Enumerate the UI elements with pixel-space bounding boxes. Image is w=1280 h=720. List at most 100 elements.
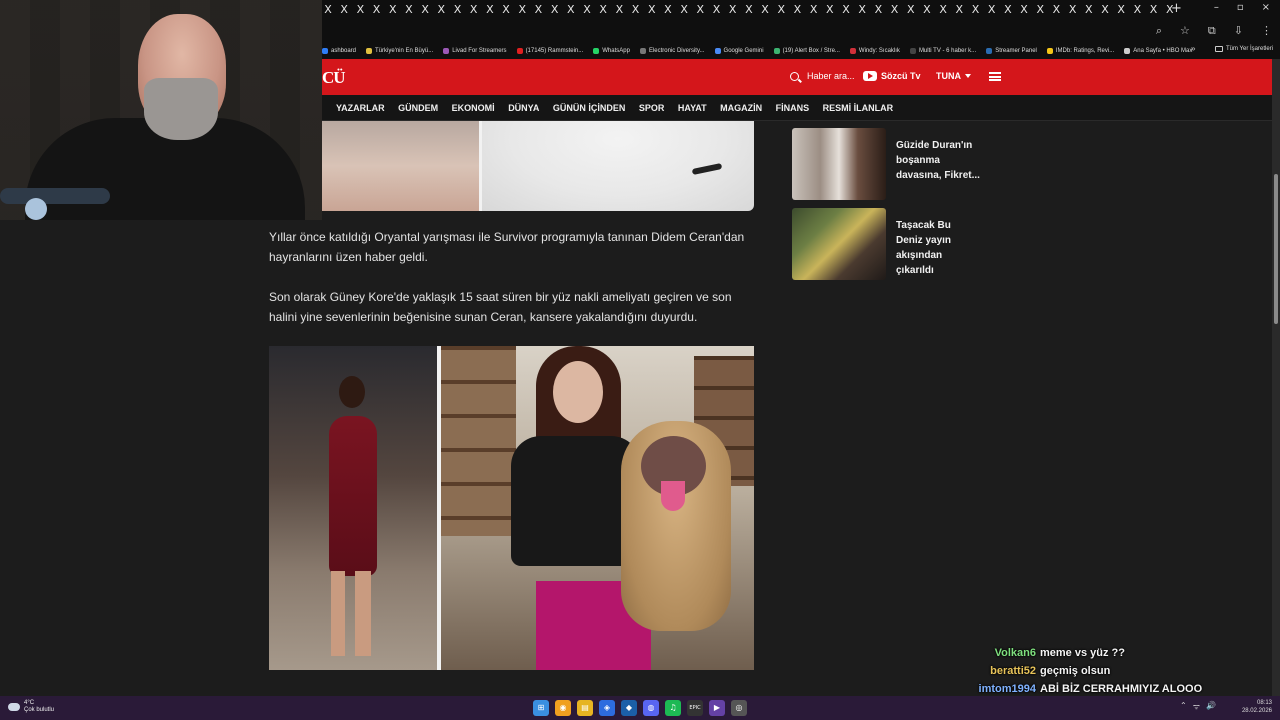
- bookmark-item[interactable]: Windy: Sıcaklık: [849, 47, 900, 54]
- browser-tab[interactable]: X: [1129, 3, 1145, 17]
- taskbar-app-icon[interactable]: ⊞: [533, 700, 549, 716]
- browser-tab[interactable]: X: [433, 3, 449, 17]
- browser-tab[interactable]: X: [968, 3, 984, 17]
- nav-item[interactable]: DÜNYA: [508, 103, 539, 113]
- site-logo[interactable]: CÜ: [322, 68, 346, 88]
- bookmarks-overflow-button[interactable]: »: [1191, 44, 1195, 53]
- browser-tab[interactable]: X: [1146, 3, 1162, 17]
- browser-tab[interactable]: X: [320, 3, 336, 17]
- taskbar-app-icon[interactable]: ◍: [643, 700, 659, 716]
- browser-tab[interactable]: X: [1032, 3, 1048, 17]
- bookmark-item[interactable]: WhatsApp: [593, 47, 630, 54]
- nav-item[interactable]: EKONOMİ: [452, 103, 495, 113]
- taskbar-app-icon[interactable]: EPIC: [687, 700, 703, 716]
- browser-tab[interactable]: X: [692, 3, 708, 17]
- browser-tab[interactable]: X: [773, 3, 789, 17]
- browser-tab[interactable]: X: [401, 3, 417, 17]
- bookmark-item[interactable]: ashboard: [322, 47, 356, 54]
- nav-item[interactable]: HAYAT: [678, 103, 707, 113]
- bookmark-item[interactable]: Ana Sayfa • HBO Max: [1124, 47, 1192, 54]
- browser-tab[interactable]: X: [369, 3, 385, 17]
- browser-tab[interactable]: X: [676, 3, 692, 17]
- bookmark-star-icon[interactable]: ☆: [1180, 24, 1190, 38]
- browser-tab[interactable]: X: [789, 3, 805, 17]
- browser-tab[interactable]: X: [1097, 3, 1113, 17]
- browser-tab[interactable]: X: [450, 3, 466, 17]
- browser-tab[interactable]: X: [352, 3, 368, 17]
- taskbar-app-icon[interactable]: ♫: [665, 700, 681, 716]
- browser-tab[interactable]: X: [1065, 3, 1081, 17]
- browser-tab[interactable]: X: [385, 3, 401, 17]
- browser-tab[interactable]: X: [611, 3, 627, 17]
- browser-tab[interactable]: X: [725, 3, 741, 17]
- browser-tab[interactable]: X: [741, 3, 757, 17]
- browser-tab[interactable]: X: [498, 3, 514, 17]
- browser-tab[interactable]: X: [709, 3, 725, 17]
- browser-tab[interactable]: X: [903, 3, 919, 17]
- bookmark-item[interactable]: Streamer Panel: [986, 47, 1037, 54]
- nav-item[interactable]: YAZARLAR: [336, 103, 385, 113]
- nav-item[interactable]: RESMİ İLANLAR: [823, 103, 894, 113]
- bookmark-item[interactable]: Türkiye'nin En Büyü...: [366, 47, 433, 54]
- browser-tab[interactable]: X: [919, 3, 935, 17]
- browser-tab[interactable]: X: [1000, 3, 1016, 17]
- browser-tab[interactable]: X: [984, 3, 1000, 17]
- hamburger-menu-icon[interactable]: [989, 72, 1001, 81]
- bookmark-item[interactable]: Livad For Streamers: [443, 47, 507, 54]
- nav-item[interactable]: GÜNDEM: [398, 103, 438, 113]
- browser-tab[interactable]: X: [628, 3, 644, 17]
- bookmark-item[interactable]: (19) Alert Box / Stre...: [773, 47, 840, 54]
- bookmark-item[interactable]: IMDb: Ratings, Revi...: [1046, 47, 1114, 54]
- sidebar-article-2[interactable]: Taşacak Bu Deniz yayın akışından çıkarıl…: [792, 208, 980, 280]
- browser-tab[interactable]: X: [757, 3, 773, 17]
- browser-tab[interactable]: X: [660, 3, 676, 17]
- browser-tab[interactable]: X: [336, 3, 352, 17]
- menu-icon[interactable]: ⋮: [1261, 24, 1272, 38]
- all-bookmarks-button[interactable]: Tüm Yer İşaretleri: [1215, 46, 1273, 52]
- bookmark-item[interactable]: Google Gemini: [714, 47, 764, 54]
- search-button[interactable]: Haber ara...: [790, 71, 855, 81]
- wifi-icon[interactable]: ᯤ: [1193, 701, 1200, 712]
- browser-tab[interactable]: X: [1113, 3, 1129, 17]
- browser-tab[interactable]: X: [466, 3, 482, 17]
- user-menu[interactable]: TUNA: [936, 71, 971, 81]
- browser-tab[interactable]: X: [644, 3, 660, 17]
- taskbar-app-icon[interactable]: ◈: [599, 700, 615, 716]
- nav-item[interactable]: GÜNÜN İÇİNDEN: [553, 103, 626, 113]
- taskbar-app-icon[interactable]: ◆: [621, 700, 637, 716]
- new-tab-button[interactable]: +: [1171, 1, 1182, 16]
- close-window-button[interactable]: ×: [1262, 2, 1270, 13]
- bookmark-item[interactable]: Electronic Diversity...: [639, 47, 705, 54]
- taskbar-app-icon[interactable]: ▶: [709, 700, 725, 716]
- tray-overflow-icon[interactable]: ⌃: [1180, 701, 1187, 712]
- nav-item[interactable]: SPOR: [639, 103, 665, 113]
- bookmark-item[interactable]: Multi TV - 6 haber k...: [909, 47, 976, 54]
- zoom-icon[interactable]: ⌕: [1156, 24, 1162, 38]
- browser-tab[interactable]: X: [935, 3, 951, 17]
- taskbar-app-icon[interactable]: ▤: [577, 700, 593, 716]
- browser-tab[interactable]: X: [838, 3, 854, 17]
- weather-widget[interactable]: 4°C Çok bulutlu: [8, 700, 54, 714]
- minimize-button[interactable]: –: [1214, 2, 1219, 13]
- browser-tab[interactable]: X: [1081, 3, 1097, 17]
- page-scrollbar[interactable]: [1272, 59, 1280, 696]
- browser-tab[interactable]: X: [530, 3, 546, 17]
- browser-tab[interactable]: X: [417, 3, 433, 17]
- browser-tab[interactable]: X: [870, 3, 886, 17]
- browser-tab[interactable]: X: [563, 3, 579, 17]
- volume-icon[interactable]: 🔊: [1206, 701, 1216, 712]
- downloads-icon[interactable]: ⇩: [1234, 24, 1243, 38]
- nav-item[interactable]: MAGAZİN: [720, 103, 762, 113]
- browser-tab[interactable]: X: [547, 3, 563, 17]
- browser-tab[interactable]: X: [482, 3, 498, 17]
- browser-tab[interactable]: X: [822, 3, 838, 17]
- nav-item[interactable]: FİNANS: [776, 103, 810, 113]
- browser-tab[interactable]: X: [1016, 3, 1032, 17]
- browser-tab[interactable]: X: [1048, 3, 1064, 17]
- taskbar-app-icon[interactable]: ◉: [555, 700, 571, 716]
- clock[interactable]: 08:13 28.02.2026: [1238, 699, 1272, 715]
- maximize-button[interactable]: ▫: [1237, 2, 1244, 13]
- browser-tab[interactable]: X: [854, 3, 870, 17]
- taskbar-app-icon[interactable]: ◎: [731, 700, 747, 716]
- extensions-icon[interactable]: ⧉: [1208, 24, 1216, 38]
